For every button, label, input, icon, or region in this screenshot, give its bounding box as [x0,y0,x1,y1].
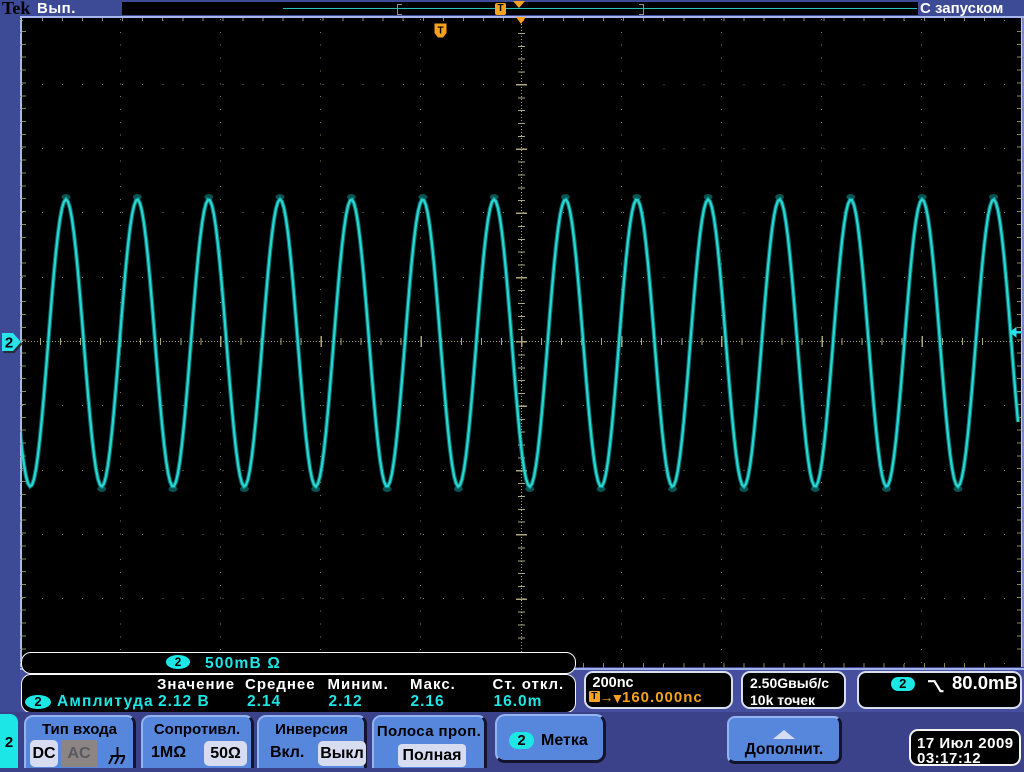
svg-text:T: T [437,26,443,37]
svg-text:2: 2 [5,335,13,352]
